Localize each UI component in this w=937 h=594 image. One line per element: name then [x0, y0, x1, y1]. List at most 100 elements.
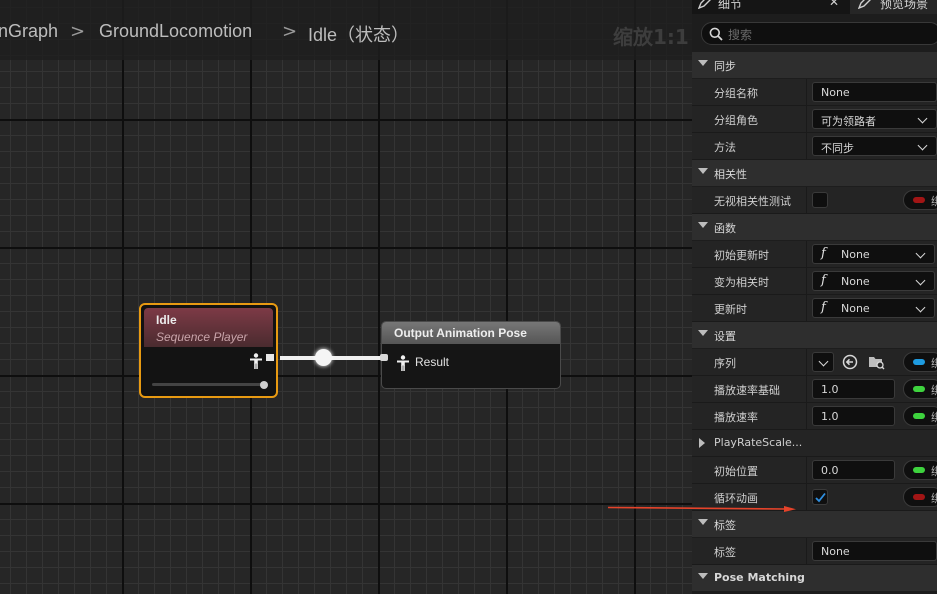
search-placeholder: 搜索	[728, 28, 753, 42]
use-selected-asset-icon[interactable]	[842, 354, 858, 370]
bind-pin-button[interactable]: 绑	[903, 487, 937, 507]
property-label: 标签	[714, 546, 736, 559]
method-dropdown[interactable]: 不同步	[812, 136, 937, 156]
chevron-down-icon	[698, 60, 708, 66]
wire-reroute-knot[interactable]	[315, 349, 332, 366]
bind-pin-button[interactable]: 绑	[903, 190, 937, 210]
breadcrumb-item-idle-state[interactable]: Idle（状态）	[308, 21, 409, 47]
chevron-down-icon	[698, 168, 708, 174]
tab-preview-scene[interactable]: 预览场景	[880, 0, 928, 14]
loop-animation-checkbox[interactable]	[812, 489, 828, 505]
node-header: Output Animation Pose	[382, 322, 560, 344]
bind-pin-button[interactable]: 绑	[903, 406, 937, 426]
pose-pin-icon[interactable]	[249, 353, 263, 369]
chevron-down-icon	[698, 519, 708, 525]
section-functions[interactable]: 函数	[692, 214, 937, 240]
row-start-position: 初始位置 0.0 绑	[692, 457, 937, 484]
section-settings[interactable]: 设置	[692, 322, 937, 348]
row-play-rate-scale[interactable]: PlayRateScale...	[692, 430, 937, 457]
node-subtitle: Sequence Player	[156, 330, 248, 344]
chevron-down-icon	[698, 222, 708, 228]
chevron-down-icon	[917, 113, 928, 124]
pose-pin-icon[interactable]	[396, 355, 410, 371]
tag-field[interactable]: None	[812, 541, 937, 561]
group-role-dropdown[interactable]: 可为领路者	[812, 109, 937, 129]
section-sync[interactable]: 同步	[692, 52, 937, 78]
panel-tabs: 细节 ✕ 预览场景	[692, 0, 937, 14]
row-on-initial-update: 初始更新时 f None	[692, 241, 937, 268]
function-dropdown[interactable]: f None	[812, 271, 935, 291]
function-dropdown[interactable]: f None	[812, 298, 935, 318]
ignore-relevancy-checkbox[interactable]	[812, 192, 828, 208]
chevron-down-icon	[915, 275, 926, 286]
bind-pin-button[interactable]: 绑	[903, 460, 937, 480]
breadcrumb-item-anim-graph[interactable]: nGraph	[0, 21, 58, 42]
row-group-role: 分组角色 可为领路者	[692, 106, 937, 133]
pencil-icon	[698, 0, 711, 9]
property-label: 循环动画	[714, 492, 758, 505]
start-position-field[interactable]: 0.0	[812, 460, 895, 480]
close-icon[interactable]: ✕	[829, 0, 839, 9]
browse-asset-icon[interactable]	[868, 354, 885, 370]
property-label: 播放速率基础	[714, 384, 780, 397]
output-pose-pin[interactable]	[266, 354, 274, 361]
tab-details[interactable]: 细节	[718, 0, 742, 14]
playback-position-knob[interactable]	[260, 381, 268, 389]
play-rate-basis-field[interactable]: 1.0	[812, 379, 895, 399]
chevron-down-icon	[698, 330, 708, 336]
section-tags[interactable]: 标签	[692, 511, 937, 537]
row-on-become-relevant: 变为相关时 f None	[692, 268, 937, 295]
function-icon: f	[821, 246, 826, 261]
tab-preview-scene-bg[interactable]: 预览场景	[850, 0, 937, 14]
section-title: 设置	[714, 330, 736, 343]
chevron-down-icon	[818, 356, 829, 367]
bind-pin-button[interactable]: 绑	[903, 352, 937, 372]
chevron-down-icon	[915, 248, 926, 259]
property-label: 更新时	[714, 303, 747, 316]
section-title: 函数	[714, 222, 736, 235]
annotation-arrow	[608, 506, 796, 512]
section-title: Pose Matching	[714, 571, 805, 584]
property-label: 无视相关性测试	[714, 195, 791, 208]
property-label: 初始更新时	[714, 249, 769, 262]
property-label: 序列	[714, 357, 736, 370]
input-pose-pin[interactable]	[380, 354, 388, 361]
play-rate-field[interactable]: 1.0	[812, 406, 895, 426]
property-label: 分组名称	[714, 87, 758, 100]
playback-progress-bar	[152, 383, 265, 386]
function-dropdown[interactable]: f None	[812, 244, 935, 264]
chevron-down-icon	[915, 302, 926, 313]
result-pin-label: Result	[415, 355, 450, 369]
output-animation-pose-node[interactable]: Output Animation Pose Result	[381, 321, 561, 389]
row-method: 方法 不同步	[692, 133, 937, 160]
row-play-rate: 播放速率 1.0 绑	[692, 403, 937, 430]
pose-wire[interactable]	[280, 356, 384, 360]
search-input[interactable]: 搜索	[701, 22, 937, 45]
row-ignore-relevancy-test: 无视相关性测试 绑	[692, 187, 937, 214]
section-relevancy[interactable]: 相关性	[692, 160, 937, 186]
section-pose-matching[interactable]: Pose Matching	[692, 565, 937, 591]
property-label: 分组角色	[714, 114, 758, 127]
row-group-name: 分组名称 None	[692, 79, 937, 106]
chevron-right-icon: >	[70, 21, 86, 42]
group-name-field[interactable]: None	[812, 82, 937, 102]
row-tag: 标签 None	[692, 538, 937, 565]
details-panel: 细节 ✕ 预览场景 搜索 同步 分组名称 None 分组角色 可为领路者 方法 …	[692, 0, 937, 594]
function-icon: f	[821, 300, 826, 315]
section-title: 标签	[714, 519, 736, 532]
function-icon: f	[821, 273, 826, 288]
node-header: Idle Sequence Player	[144, 308, 273, 347]
anim-graph-canvas[interactable]: nGraph > GroundLocomotion > Idle（状态） 缩放1…	[0, 0, 692, 594]
zoom-level-label: 缩放1:1	[613, 25, 689, 49]
row-on-update: 更新时 f None	[692, 295, 937, 322]
property-label: 变为相关时	[714, 276, 769, 289]
sequence-asset-dropdown[interactable]	[812, 352, 834, 372]
checkmark-icon	[815, 492, 826, 503]
property-label: PlayRateScale...	[714, 436, 803, 449]
property-label: 初始位置	[714, 465, 758, 478]
bind-pin-button[interactable]: 绑	[903, 379, 937, 399]
row-play-rate-basis: 播放速率基础 1.0 绑	[692, 376, 937, 403]
chevron-right-icon	[699, 438, 705, 448]
sequence-player-node[interactable]: Idle Sequence Player	[139, 303, 278, 398]
breadcrumb-item-ground-locomotion[interactable]: GroundLocomotion	[99, 21, 252, 42]
